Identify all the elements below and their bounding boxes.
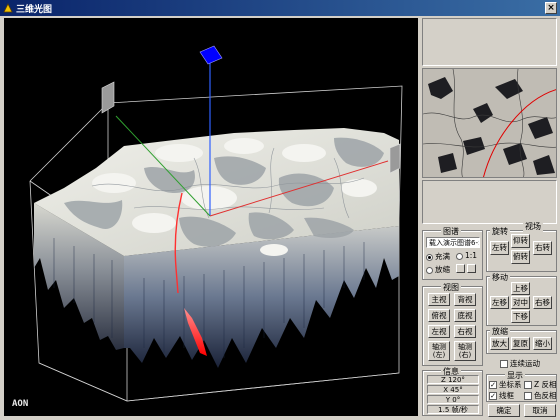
radio-dot-icon (426, 253, 433, 261)
continuous-motion-checkbox[interactable]: 连续运动 (500, 358, 540, 369)
continuous-motion-label: 连续运动 (510, 359, 540, 368)
close-button[interactable]: × (545, 2, 557, 14)
view-iso-left-button[interactable]: 轴测 (左) (428, 341, 450, 361)
zoom-reset-button[interactable]: 复原 (511, 337, 530, 350)
display-group: 显示 ✓ 坐标系 Z 反相 ✓ 线框 色反相 (486, 370, 557, 402)
view-top-button[interactable]: 俯视 (428, 309, 450, 322)
iso-right-line2: (右) (458, 351, 472, 359)
x-axis-marker[interactable] (389, 143, 401, 174)
cancel-button[interactable]: 取消 (524, 404, 556, 417)
view-bottom-button[interactable]: 底视 (454, 309, 476, 322)
panel-spacer (422, 180, 557, 224)
checkbox-box-icon (524, 381, 532, 389)
check-icon: ✓ (489, 392, 497, 400)
move-left-button[interactable]: 左移 (490, 296, 509, 309)
zoom-spin-up[interactable] (467, 264, 476, 273)
view-front-button[interactable]: 主视 (428, 293, 450, 306)
zoom-out-button[interactable]: 缩小 (533, 337, 552, 350)
view-iso-right-button[interactable]: 轴测 (右) (454, 341, 476, 361)
app-icon (3, 3, 13, 13)
rotate-right-button[interactable]: 右转 (533, 241, 552, 255)
checkbox-box-icon (524, 392, 532, 400)
zoom-spin-down[interactable] (456, 264, 465, 273)
frame-checkbox[interactable]: ✓ 线框 (489, 390, 514, 401)
iso-left-line2: (左) (432, 351, 446, 359)
view-group: 视图 主视 背视 俯视 底视 左视 右视 轴测 (左) 轴测 (右) (422, 282, 483, 366)
info-x-angle: X 45° (427, 385, 479, 394)
fill-radio-label: 充满 (435, 252, 450, 261)
z-axis-marker[interactable] (199, 45, 223, 65)
map-group: 图谱 载入演示图谱6-> 充满 1:1 放缩 (422, 226, 483, 280)
info-y-angle: Y 0° (427, 395, 479, 404)
view-left-button[interactable]: 左视 (428, 325, 450, 338)
checkbox-box-icon (500, 360, 508, 368)
map-group-label: 图谱 (441, 226, 461, 237)
zoom-radio[interactable]: 放缩 (426, 264, 450, 275)
close-icon: × (547, 3, 555, 13)
color-invert-checkbox[interactable]: 色反相 (524, 390, 557, 401)
move-down-button[interactable]: 下移 (511, 310, 530, 323)
radio-dot-icon (456, 252, 463, 260)
radio-dot-icon (426, 266, 433, 274)
z-invert-checkbox[interactable]: Z 反相 (524, 379, 557, 390)
iso-right-line1: 轴测 (458, 343, 472, 351)
window-title: 三维光图 (16, 5, 53, 15)
info-z-angle: Z 120° (427, 375, 479, 384)
micrograph-image (423, 69, 556, 177)
view-group-label: 视图 (441, 282, 461, 293)
color-invert-label: 色反相 (534, 391, 557, 400)
move-up-button[interactable]: 上移 (511, 282, 530, 295)
micrograph-preview[interactable] (422, 68, 557, 178)
bounding-box-front (38, 362, 400, 402)
zoom-group: 放缩 放大 复原 缩小 (486, 326, 557, 354)
view-back-button[interactable]: 背视 (454, 293, 476, 306)
corner-label: AON (12, 399, 29, 409)
ratio-radio-label: 1:1 (465, 251, 478, 260)
preview-header-area (422, 18, 557, 66)
y-axis-marker[interactable] (101, 81, 115, 114)
title-bar: 三维光图 × (0, 0, 560, 16)
rotate-group-label: 旋转 (490, 226, 510, 237)
info-frame-rate: 1.5 帧/秒 (427, 405, 479, 414)
axes-checkbox[interactable]: ✓ 坐标系 (489, 379, 522, 390)
ratio-radio[interactable]: 1:1 (456, 251, 477, 260)
z-invert-label: Z 反相 (534, 380, 557, 389)
info-group: 信息 Z 120° X 45° Y 0° 1.5 帧/秒 (422, 366, 483, 416)
check-icon: ✓ (489, 381, 497, 389)
view-right-button[interactable]: 右视 (454, 325, 476, 338)
move-group: 移动 上移 左移 对中 右移 下移 (486, 272, 557, 326)
iso-left-line1: 轴测 (432, 343, 446, 351)
frame-checkbox-label: 线框 (499, 391, 514, 400)
rotate-up-button[interactable]: 仰转 (511, 234, 530, 248)
rotate-left-button[interactable]: 左转 (490, 241, 509, 255)
map-select[interactable]: 载入演示图谱6-> (426, 237, 480, 248)
fill-radio[interactable]: 充满 (426, 251, 450, 262)
ok-button[interactable]: 确定 (488, 404, 520, 417)
rotate-down-button[interactable]: 俯转 (511, 250, 530, 264)
zoom-radio-label: 放缩 (435, 265, 450, 274)
3d-surface-canvas (29, 45, 403, 402)
move-center-button[interactable]: 对中 (511, 296, 530, 309)
zoom-in-button[interactable]: 放大 (490, 337, 509, 350)
move-group-label: 移动 (490, 272, 510, 283)
axes-checkbox-label: 坐标系 (499, 380, 522, 389)
3d-viewport[interactable]: AON (4, 18, 418, 416)
rotate-group: 旋转 视场 左转 仰转 俯转 右转 (486, 221, 557, 272)
move-right-button[interactable]: 右移 (533, 296, 552, 309)
field-label: 视场 (523, 221, 543, 232)
zoom-group-label: 放缩 (490, 326, 510, 337)
